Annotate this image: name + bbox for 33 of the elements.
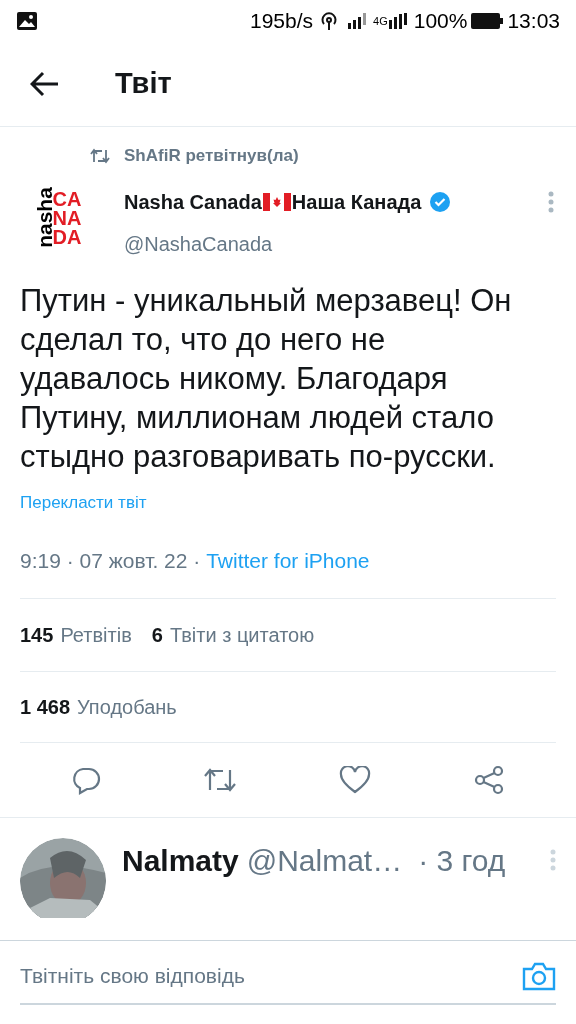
likes-count: 1 468 bbox=[20, 694, 71, 720]
author-name[interactable]: Nasha Canada bbox=[124, 186, 262, 217]
source-link[interactable]: Twitter for iPhone bbox=[206, 545, 370, 577]
network-speed: 195b/s bbox=[249, 8, 314, 35]
retweet-label: ShAfiR ретвітнув(ла) bbox=[124, 145, 299, 167]
camera-icon[interactable] bbox=[522, 960, 556, 991]
tweet-text: Путин - уникальный мерзавец! Он сделал то, что до него не удавалось никому. Благодаря Путину, миллионам людей стало стыдно разговаривать по-русски. bbox=[20, 281, 513, 476]
retweet-icon bbox=[90, 147, 110, 164]
translate-link[interactable]: Перекласти твіт bbox=[20, 492, 147, 512]
stat-label[interactable]: Твіти з цитатою bbox=[169, 619, 315, 650]
stat-count: 6 bbox=[151, 622, 163, 648]
reply-time: · 3 год bbox=[418, 842, 506, 879]
likes-label[interactable]: Уподобань bbox=[77, 691, 177, 722]
clock-time: 13:03 bbox=[507, 8, 560, 35]
stat-label[interactable]: Ретвітів bbox=[60, 619, 132, 650]
tweet-timestamp: 9:19 · 07 жовт. 22 · bbox=[20, 548, 202, 574]
back-arrow-icon[interactable] bbox=[30, 71, 60, 97]
reply-author-handle: @Nalmat… bbox=[246, 842, 403, 879]
network-type: 4G bbox=[373, 13, 388, 29]
author-handle: @NashaCanada bbox=[124, 231, 274, 257]
stat-count: 145 bbox=[20, 622, 54, 648]
author-name[interactable]: Наша Канада bbox=[291, 186, 422, 217]
retweet-icon[interactable] bbox=[203, 766, 237, 793]
like-heart-icon[interactable] bbox=[339, 765, 371, 794]
battery-percent: 100% bbox=[413, 8, 468, 35]
reply-author-name[interactable]: Nalmaty bbox=[122, 837, 239, 883]
image-icon bbox=[16, 11, 38, 31]
reply-input-field[interactable]: Твітніть свою відповідь bbox=[20, 959, 522, 992]
share-icon[interactable] bbox=[473, 764, 505, 795]
page-title: Твіт bbox=[115, 66, 172, 102]
battery-icon bbox=[471, 13, 504, 29]
flag-icon bbox=[262, 190, 291, 213]
signal-icon bbox=[387, 12, 410, 30]
